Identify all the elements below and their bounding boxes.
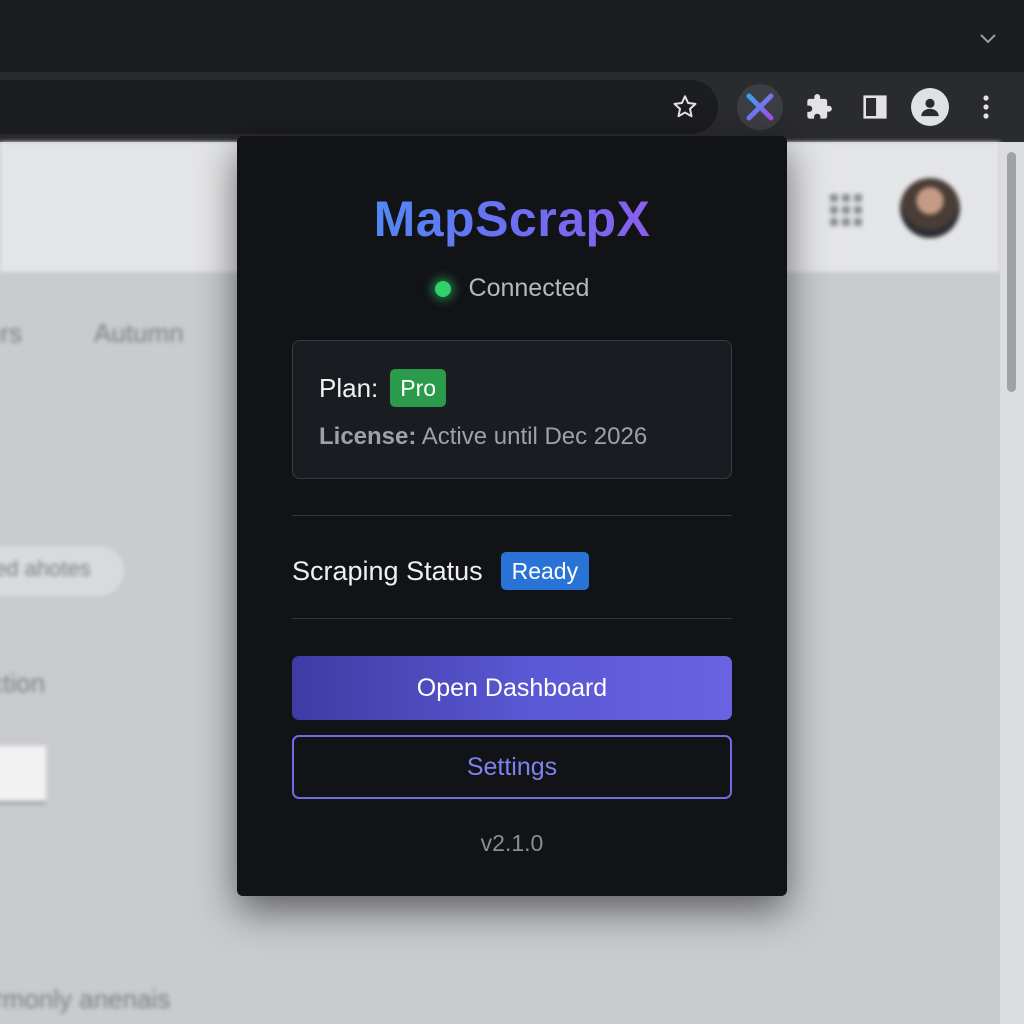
license-row: License: Active until Dec 2026 xyxy=(319,423,647,451)
side-panel-icon[interactable] xyxy=(852,84,898,130)
page-input xyxy=(0,746,46,804)
page-text-fragment: ed ahotes xyxy=(0,556,91,581)
page-text-fragment: ers xyxy=(0,318,23,348)
divider xyxy=(292,515,732,516)
plan-badge: Pro xyxy=(390,369,447,407)
brand-title: MapScrapX xyxy=(237,184,787,254)
profile-icon[interactable] xyxy=(907,84,953,130)
browser-window: ers Autumn ed ahotes ction rmonly anenai… xyxy=(0,0,1024,1024)
star-icon[interactable] xyxy=(668,90,702,124)
status-badge: Ready xyxy=(500,552,590,590)
license-label: License: xyxy=(319,423,417,450)
page-text-fragment: Autumn xyxy=(94,318,184,348)
apps-grid-icon xyxy=(830,194,862,226)
scraping-status-row: Scraping Status Ready xyxy=(292,552,590,590)
avatar xyxy=(900,178,960,238)
plan-label: Plan: xyxy=(319,372,379,403)
status-dot-icon xyxy=(434,280,451,297)
open-dashboard-button[interactable]: Open Dashboard xyxy=(292,656,732,720)
connection-status-text: Connected xyxy=(468,274,590,302)
version-label: v2.1.0 xyxy=(480,830,544,856)
plan-card: Plan: Pro License: Active until Dec 2026 xyxy=(292,340,732,479)
page-text-fragment: ction xyxy=(0,668,45,698)
mapscrapx-extension-icon[interactable] xyxy=(737,84,783,130)
license-value: Active until Dec 2026 xyxy=(421,423,648,450)
page-scrollbar[interactable] xyxy=(1000,142,1024,1024)
plan-row: Plan: Pro xyxy=(319,369,447,407)
page-text-fragment: rmonly anenais xyxy=(0,984,171,1014)
address-bar[interactable] xyxy=(0,80,718,134)
more-menu-icon[interactable] xyxy=(963,84,1009,130)
scrollbar-thumb[interactable] xyxy=(1007,152,1016,392)
settings-button[interactable]: Settings xyxy=(292,735,732,799)
tab-strip xyxy=(0,0,1024,72)
extensions-puzzle-icon[interactable] xyxy=(796,84,842,130)
scraping-status-label: Scraping Status xyxy=(292,555,483,586)
chevron-down-icon[interactable] xyxy=(978,28,998,48)
browser-toolbar xyxy=(0,72,1024,142)
connection-status: Connected xyxy=(237,274,787,303)
divider xyxy=(292,618,732,619)
extension-popup: MapScrapX Connected Plan: Pro License: A… xyxy=(237,136,787,896)
profile-avatar xyxy=(911,88,949,126)
